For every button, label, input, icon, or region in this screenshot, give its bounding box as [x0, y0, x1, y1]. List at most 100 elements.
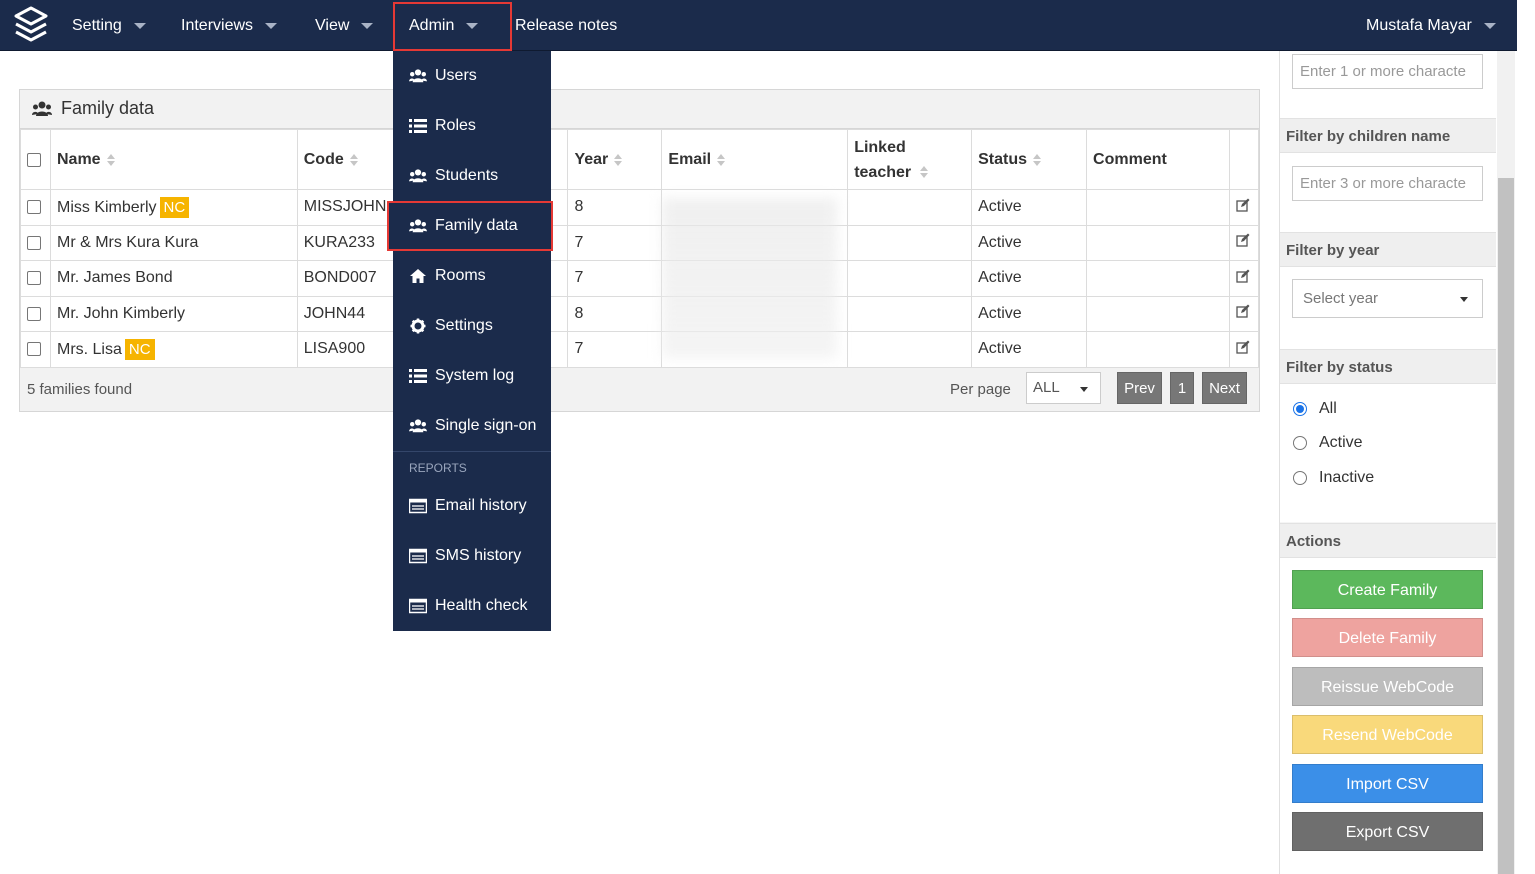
cell-edit — [1228, 295, 1260, 332]
nav-view[interactable]: View — [315, 0, 374, 51]
cell-comment — [1086, 260, 1230, 297]
user-menu[interactable]: Mustafa Mayar — [1366, 0, 1496, 51]
cell-linked-teacher — [847, 331, 973, 368]
menu-item-single-sign-on[interactable]: Single sign-on — [393, 401, 551, 451]
import-csv-button[interactable]: Import CSV — [1292, 764, 1483, 803]
select-all-checkbox[interactable] — [27, 152, 41, 167]
col-linked-teacher[interactable]: Linked teacher — [847, 129, 973, 190]
radio-button[interactable] — [1293, 471, 1307, 485]
result-count: 5 families found — [27, 381, 133, 398]
table-header-row: Name Code Year Email Linked teacher Stat… — [20, 129, 1260, 190]
users-icon — [409, 69, 427, 83]
cell-status: Active — [971, 295, 1088, 332]
edit-icon[interactable] — [1236, 340, 1250, 354]
row-select-cell — [20, 331, 51, 368]
per-page-select[interactable]: ALL — [1026, 372, 1101, 404]
delete-family-button[interactable]: Delete Family — [1292, 618, 1483, 657]
radio-button[interactable] — [1293, 436, 1307, 450]
resend-webcode-button[interactable]: Resend WebCode — [1292, 715, 1483, 754]
page-1-button[interactable]: 1 — [1170, 372, 1194, 404]
col-year-label: Year — [574, 151, 609, 168]
search-input[interactable]: Enter 1 or more characte — [1292, 54, 1483, 89]
sort-icon — [717, 153, 726, 166]
per-page-label: Per page — [950, 381, 1011, 398]
menu-item-users[interactable]: Users — [393, 51, 551, 101]
scrollbar-thumb[interactable] — [1498, 178, 1514, 874]
sort-icon — [349, 153, 358, 166]
year-select-placeholder: Select year — [1303, 290, 1379, 307]
edit-icon[interactable] — [1236, 269, 1250, 283]
col-year[interactable]: Year — [567, 129, 663, 190]
app-logo-icon[interactable] — [12, 5, 50, 47]
row-checkbox[interactable] — [27, 306, 41, 321]
table-row[interactable]: Miss Kimberly NC MISSJOHN 8 Active — [20, 189, 1260, 226]
reissue-webcode-button[interactable]: Reissue WebCode — [1292, 667, 1483, 706]
family-name: Mr & Mrs Kura Kura — [56, 233, 199, 251]
family-name: Mr. James Bond — [56, 269, 173, 287]
nav-setting[interactable]: Setting — [72, 0, 146, 51]
cell-year: 8 — [567, 295, 663, 332]
row-checkbox[interactable] — [27, 271, 41, 286]
menu-item-family-data[interactable]: Family data — [387, 201, 553, 251]
menu-item-roles[interactable]: Roles — [393, 101, 551, 151]
export-csv-button[interactable]: Export CSV — [1292, 812, 1483, 851]
row-checkbox[interactable] — [27, 200, 41, 215]
col-email[interactable]: Email — [661, 129, 849, 190]
nav-interviews-label: Interviews — [181, 17, 254, 34]
col-name-label: Name — [56, 151, 101, 168]
admin-dropdown-menu: Users Roles Students Family data Rooms S… — [387, 51, 553, 631]
radio-button[interactable] — [1293, 402, 1307, 416]
next-page-button[interactable]: Next — [1202, 372, 1247, 404]
menu-item-label: Students — [435, 167, 499, 184]
menu-item-label: SMS history — [435, 547, 522, 564]
cell-linked-teacher — [847, 295, 973, 332]
table-row[interactable]: Mr. James Bond BOND007 7 Active — [20, 260, 1260, 297]
cell-name: Mrs. Lisa NC — [49, 331, 298, 368]
cell-year: 8 — [567, 189, 663, 226]
create-family-button[interactable]: Create Family — [1292, 570, 1483, 609]
year-select[interactable]: Select year — [1292, 279, 1483, 318]
nav-interviews[interactable]: Interviews — [181, 0, 278, 51]
cell-status: Active — [971, 224, 1088, 261]
menu-item-label: Rooms — [435, 267, 486, 284]
children-name-placeholder: Enter 3 or more characte — [1300, 175, 1466, 192]
edit-icon[interactable] — [1236, 304, 1250, 318]
gear-icon — [410, 318, 426, 334]
menu-item-sms-history[interactable]: SMS history — [393, 531, 551, 581]
nav-admin-label: Admin — [409, 17, 455, 34]
col-comment-label: Comment — [1093, 151, 1167, 168]
nav-release-notes[interactable]: Release notes — [515, 0, 617, 51]
menu-item-email-history[interactable]: Email history — [393, 481, 551, 531]
menu-item-system-log[interactable]: System log — [393, 351, 551, 401]
edit-icon[interactable] — [1236, 198, 1250, 212]
filter-sidebar: Enter 1 or more characte Filter by child… — [1279, 51, 1496, 874]
col-status[interactable]: Status — [971, 129, 1088, 190]
table-row[interactable]: Mr & Mrs Kura Kura KURA233 7 Active — [20, 224, 1260, 261]
table-row[interactable]: Mr. John Kimberly JOHN44 8 Active — [20, 295, 1260, 332]
status-filter-section: All Active Inactive — [1280, 384, 1496, 522]
row-checkbox[interactable] — [27, 342, 41, 357]
actions-title: Actions — [1280, 523, 1496, 558]
edit-icon[interactable] — [1236, 233, 1250, 247]
status-option-label: Active — [1319, 434, 1363, 451]
sort-icon — [614, 153, 623, 166]
col-status-label: Status — [978, 151, 1028, 168]
menu-item-rooms[interactable]: Rooms — [393, 251, 551, 301]
menu-item-health-check[interactable]: Health check — [393, 581, 551, 631]
menu-item-settings[interactable]: Settings — [393, 301, 551, 351]
col-name[interactable]: Name — [49, 129, 298, 190]
top-navbar: Setting Interviews View Admin Release no… — [0, 0, 1517, 51]
home-icon — [410, 269, 426, 283]
cell-edit — [1228, 260, 1260, 297]
nav-admin[interactable]: Admin — [393, 2, 512, 51]
prev-page-button[interactable]: Prev — [1117, 372, 1162, 404]
children-name-input[interactable]: Enter 3 or more characte — [1292, 166, 1483, 201]
row-checkbox[interactable] — [27, 235, 41, 250]
table-row[interactable]: Mrs. Lisa NC LISA900 7 Active — [20, 331, 1260, 368]
row-select-cell — [20, 189, 51, 226]
menu-item-label: Single sign-on — [435, 417, 537, 434]
cell-name: Mr & Mrs Kura Kura — [49, 224, 298, 261]
menu-item-students[interactable]: Students — [393, 151, 551, 201]
families-table: Name Code Year Email Linked teacher Stat… — [20, 129, 1260, 368]
report-icon — [409, 498, 427, 514]
